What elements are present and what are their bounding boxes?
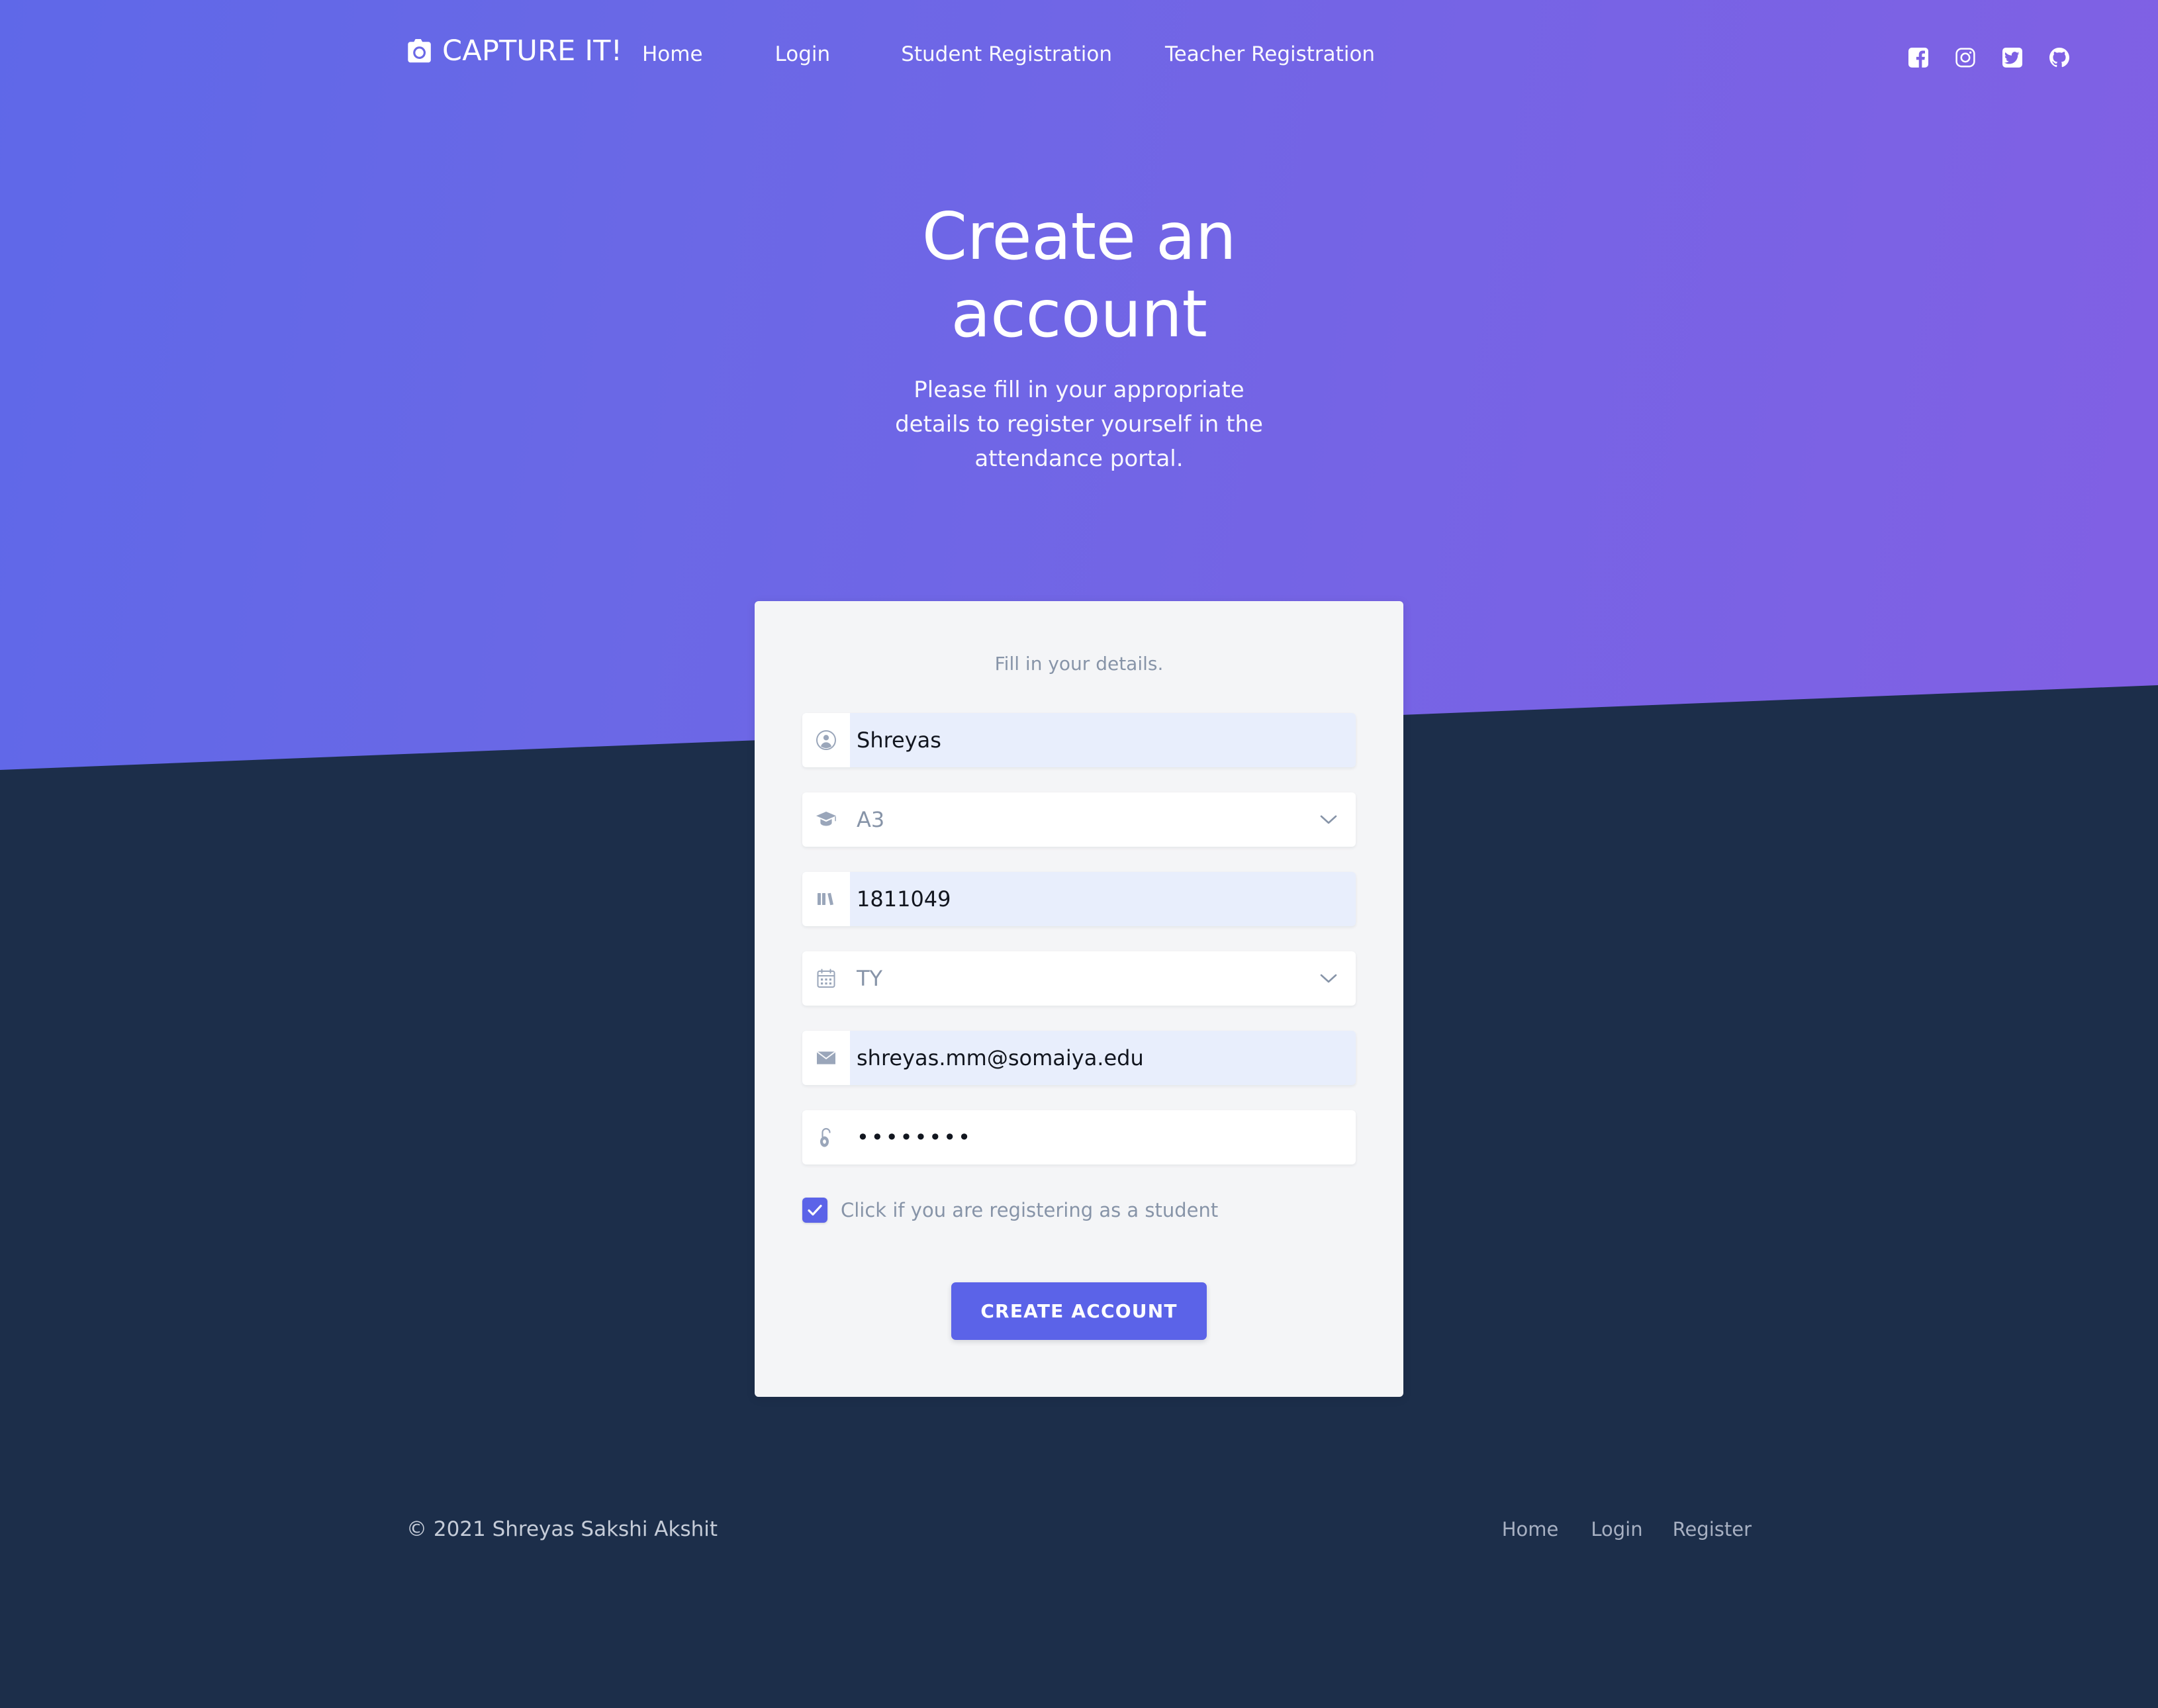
form-caption: Fill in your details.	[994, 653, 1164, 675]
brand-text: CAPTURE IT!	[442, 34, 623, 68]
footer-item-home: Home	[1502, 1518, 1591, 1541]
footer-item-login: Login	[1591, 1518, 1672, 1541]
name-input[interactable]	[850, 713, 1356, 767]
social-links	[1908, 48, 2069, 68]
student-checkbox-row[interactable]: Click if you are registering as a studen…	[802, 1198, 1356, 1223]
footer-inner: © 2021 Shreyas Sakshi Akshit Home Login …	[406, 1517, 1752, 1541]
footer-link-login[interactable]: Login	[1591, 1518, 1672, 1541]
instagram-icon[interactable]	[1955, 48, 1975, 68]
nav-link-login[interactable]: Login	[775, 42, 902, 66]
field-password[interactable]: ••••••••	[802, 1110, 1356, 1164]
facebook-icon[interactable]	[1908, 48, 1928, 68]
division-select[interactable]: A3	[850, 792, 1356, 847]
footer-link-register[interactable]: Register	[1673, 1518, 1752, 1541]
nav-item-teacher-registration: Teacher Registration	[1165, 42, 1375, 66]
field-name[interactable]	[802, 713, 1356, 767]
email-input[interactable]	[850, 1031, 1356, 1085]
github-icon[interactable]	[2049, 48, 2069, 68]
brand-logo-link[interactable]: CAPTURE IT!	[406, 34, 622, 68]
footer-link-home[interactable]: Home	[1502, 1518, 1591, 1541]
student-checkbox-label: Click if you are registering as a studen…	[841, 1199, 1219, 1221]
footer-links: Home Login Register	[1502, 1518, 1752, 1541]
submit-row: CREATE ACCOUNT	[802, 1282, 1356, 1340]
nav-item-student-registration: Student Registration	[901, 42, 1165, 66]
nav-item-home: Home	[642, 42, 775, 66]
footer-copyright: © 2021 Shreyas Sakshi Akshit	[406, 1517, 718, 1541]
page-title: Create an account	[921, 199, 1237, 352]
envelope-icon	[802, 1031, 850, 1085]
books-icon	[802, 872, 850, 926]
page-subtitle: Please fill in your appropriate details …	[895, 377, 1263, 473]
graduation-cap-icon	[802, 792, 850, 847]
field-email[interactable]	[802, 1031, 1356, 1085]
camera-icon	[406, 39, 433, 63]
student-registration-form: A3	[802, 713, 1356, 1340]
page-footer: © 2021 Shreyas Sakshi Akshit Home Login …	[0, 1490, 2158, 1708]
roll-number-input[interactable]	[850, 872, 1356, 926]
main-navbar: CAPTURE IT! Home Login Student Registrat…	[0, 0, 2158, 113]
hero-section: Create an account Please fill in your ap…	[0, 199, 2158, 476]
password-value[interactable]: ••••••••	[850, 1110, 1356, 1164]
year-select[interactable]: TY	[850, 951, 1356, 1006]
calendar-icon	[802, 951, 850, 1006]
student-checkbox[interactable]	[802, 1198, 827, 1223]
field-division[interactable]: A3	[802, 792, 1356, 847]
user-icon	[802, 713, 850, 767]
footer-item-register: Register	[1673, 1518, 1752, 1541]
field-roll-number[interactable]	[802, 872, 1356, 926]
nav-link-student-registration[interactable]: Student Registration	[901, 42, 1165, 66]
create-account-button[interactable]: CREATE ACCOUNT	[951, 1282, 1207, 1340]
unlock-icon	[802, 1110, 850, 1164]
field-year[interactable]: TY	[802, 951, 1356, 1006]
twitter-icon[interactable]	[2002, 48, 2022, 68]
nav-item-login: Login	[775, 42, 902, 66]
nav-links: Home Login Student Registration Teacher …	[642, 42, 1375, 66]
registration-card: Fill in your details. Shreyas A3 1811049…	[755, 601, 1403, 1397]
nav-link-home[interactable]: Home	[642, 42, 775, 66]
nav-link-teacher-registration[interactable]: Teacher Registration	[1165, 42, 1375, 66]
